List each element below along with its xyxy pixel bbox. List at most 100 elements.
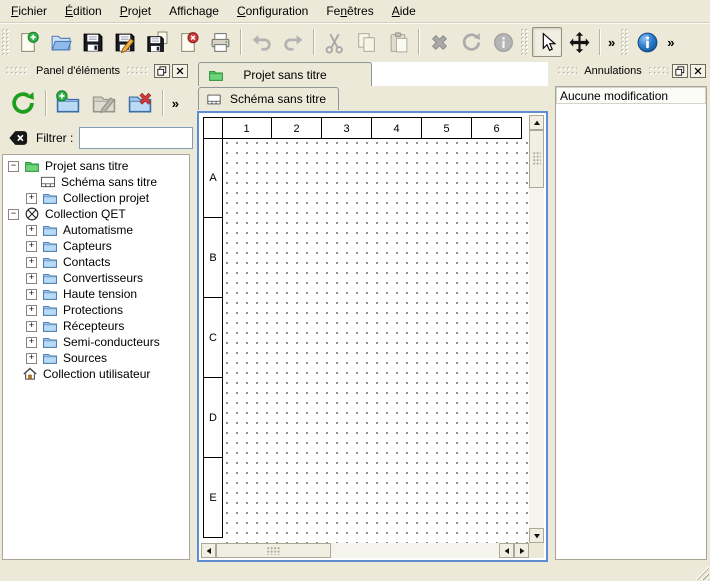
- toolbar-separator: [162, 90, 163, 116]
- toolbar-handle[interactable]: [521, 29, 528, 55]
- filter-clear-icon[interactable]: [8, 128, 28, 148]
- expand-icon[interactable]: +: [26, 273, 37, 284]
- close-panel-button[interactable]: [690, 64, 706, 78]
- tab-projet-sans-titre[interactable]: Projet sans titre: [198, 62, 372, 86]
- menu-affichage[interactable]: Affichage: [160, 1, 228, 21]
- scroll-down-button[interactable]: [529, 528, 544, 543]
- redo-button[interactable]: [278, 27, 308, 57]
- tree-item-collection-utilisateur[interactable]: Collection utilisateur: [3, 366, 189, 382]
- toolbar-overflow-button[interactable]: »: [168, 96, 183, 111]
- tab-schema-sans-titre[interactable]: Schéma sans titre: [198, 87, 339, 110]
- delete-button[interactable]: [424, 27, 454, 57]
- select-arrow-button[interactable]: [532, 27, 562, 57]
- open-file-button[interactable]: [45, 27, 75, 57]
- tree-item-label: Automatisme: [63, 223, 133, 237]
- resize-grip[interactable]: [695, 566, 709, 580]
- horizontal-scrollbar[interactable]: [201, 543, 529, 558]
- blue-folder-icon: [42, 254, 58, 270]
- toolbar-handle[interactable]: [2, 29, 9, 55]
- scroll-left-button-2[interactable]: [499, 543, 514, 558]
- tree-item-sources[interactable]: +Sources: [3, 350, 189, 366]
- undo-panel-titlebar[interactable]: Annulations: [554, 60, 708, 82]
- schema-view[interactable]: 123456 ABCDE: [197, 111, 548, 562]
- undo-history-list: Aucune modification: [555, 86, 707, 560]
- expand-icon[interactable]: +: [26, 193, 37, 204]
- tree-item-projet-sans-titre[interactable]: −Projet sans titre: [3, 158, 189, 174]
- undo-button[interactable]: [246, 27, 276, 57]
- schema-tabbar: Schéma sans titre: [198, 87, 339, 110]
- print-button[interactable]: [205, 27, 235, 57]
- scroll-right-button[interactable]: [514, 543, 529, 558]
- move-arrows-button[interactable]: [564, 27, 594, 57]
- menu-fichier[interactable]: Fichier: [2, 1, 56, 21]
- toolbar-separator: [45, 90, 46, 116]
- menu-fenetres[interactable]: Fenêtres: [317, 1, 382, 21]
- scroll-up-button[interactable]: [529, 115, 544, 130]
- elements-tree: −Projet sans titreSchéma sans titre + Coll…: [2, 154, 190, 560]
- toolbar-overflow-button[interactable]: »: [604, 35, 619, 50]
- vertical-scroll-thumb[interactable]: [529, 130, 544, 188]
- delete-icon: [428, 31, 451, 54]
- paste-button[interactable]: [383, 27, 413, 57]
- tree-item-collection-qet[interactable]: −Collection QET: [3, 206, 189, 222]
- tree-item-label: Collection projet: [63, 191, 149, 205]
- tree-item-protections[interactable]: +Protections: [3, 302, 189, 318]
- new-document-button[interactable]: [13, 27, 43, 57]
- paste-icon: [387, 31, 410, 54]
- filter-input[interactable]: [79, 127, 193, 149]
- expand-icon[interactable]: +: [26, 337, 37, 348]
- undo-item[interactable]: Aucune modification: [556, 87, 706, 104]
- save-button[interactable]: [77, 27, 107, 57]
- tree-item-automatisme[interactable]: + Automatisme: [3, 222, 189, 238]
- new-category-button[interactable]: [52, 87, 84, 119]
- toolbar-overflow-button[interactable]: »: [663, 35, 678, 50]
- menu-edition[interactable]: Édition: [56, 1, 111, 21]
- copy-button[interactable]: [351, 27, 381, 57]
- menu-aide[interactable]: Aide: [383, 1, 425, 21]
- info-circle-button[interactable]: [488, 27, 518, 57]
- grid-corner-cell: [203, 117, 223, 139]
- elements-panel-toolbar: »: [2, 84, 190, 122]
- vertical-scrollbar[interactable]: [529, 115, 544, 543]
- scroll-left-button[interactable]: [201, 543, 216, 558]
- float-panel-button[interactable]: [154, 64, 170, 78]
- horizontal-scroll-thumb[interactable]: [216, 543, 331, 558]
- close-file-icon: [177, 31, 200, 54]
- menu-projet[interactable]: Projet: [111, 1, 160, 21]
- about-info-button[interactable]: [632, 27, 662, 57]
- reload-button[interactable]: [7, 87, 39, 119]
- expand-icon[interactable]: +: [26, 305, 37, 316]
- expand-icon[interactable]: +: [26, 225, 37, 236]
- toolbar-separator: [418, 29, 419, 55]
- elements-panel-titlebar[interactable]: Panel d'éléments: [2, 60, 190, 82]
- collapse-icon[interactable]: −: [8, 209, 19, 220]
- menu-configuration[interactable]: Configuration: [228, 1, 317, 21]
- tree-item-recepteurs[interactable]: +Récepteurs: [3, 318, 189, 334]
- tree-item-contacts[interactable]: +Contacts: [3, 254, 189, 270]
- column-header: 5: [422, 117, 472, 139]
- tree-item-convertisseurs[interactable]: +Convertisseurs: [3, 270, 189, 286]
- expand-icon[interactable]: +: [26, 257, 37, 268]
- tree-item-collection-projet[interactable]: + Collection projet: [3, 190, 189, 206]
- menu-bar: FichierÉditionProjetAffichageConfigurati…: [0, 0, 710, 22]
- tree-item-capteurs[interactable]: +Capteurs: [3, 238, 189, 254]
- cut-button[interactable]: [319, 27, 349, 57]
- float-panel-button[interactable]: [672, 64, 688, 78]
- expand-icon[interactable]: +: [26, 353, 37, 364]
- schema-canvas[interactable]: [222, 138, 531, 545]
- expand-icon[interactable]: +: [26, 289, 37, 300]
- expand-icon[interactable]: +: [26, 321, 37, 332]
- expand-icon[interactable]: +: [26, 241, 37, 252]
- close-file-button[interactable]: [173, 27, 203, 57]
- tree-item-semi-conducteurs[interactable]: +Semi-conducteurs: [3, 334, 189, 350]
- save-all-button[interactable]: [141, 27, 171, 57]
- close-panel-button[interactable]: [172, 64, 188, 78]
- tree-item-schema-sans-titre[interactable]: Schéma sans titre: [3, 174, 189, 190]
- collapse-icon[interactable]: −: [8, 161, 19, 172]
- toolbar-handle[interactable]: [621, 29, 628, 55]
- save-as-button[interactable]: [109, 27, 139, 57]
- tree-item-haute-tension[interactable]: +Haute tension: [3, 286, 189, 302]
- delete-category-button[interactable]: [124, 87, 156, 119]
- edit-category-button[interactable]: [88, 87, 120, 119]
- rotate-button[interactable]: [456, 27, 486, 57]
